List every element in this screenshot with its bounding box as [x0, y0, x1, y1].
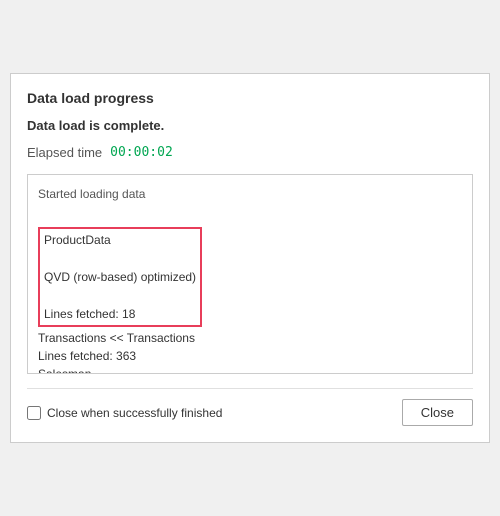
elapsed-row: Elapsed time 00:00:02 — [27, 145, 473, 160]
elapsed-value: 00:00:02 — [110, 145, 173, 160]
log-line-1: Lines fetched: 363 — [38, 347, 462, 365]
close-checkbox[interactable] — [27, 406, 41, 420]
log-line-2: Salesman — [38, 365, 462, 374]
log-line-0: Transactions << Transactions — [38, 329, 462, 347]
log-box[interactable]: Started loading data ProductData QVD (ro… — [27, 174, 473, 374]
elapsed-label: Elapsed time — [27, 145, 102, 160]
dialog-footer: Close when successfully finished Close — [27, 388, 473, 426]
data-load-dialog: Data load progress Data load is complete… — [10, 73, 490, 443]
log-highlighted: ProductData QVD (row-based) optimized) L… — [38, 227, 202, 327]
log-highlight-line-3: Lines fetched: 18 — [44, 305, 196, 323]
close-checkbox-text: Close when successfully finished — [47, 406, 222, 420]
dialog-title: Data load progress — [27, 90, 473, 106]
close-checkbox-label[interactable]: Close when successfully finished — [27, 406, 222, 420]
log-highlight-line-2: QVD (row-based) optimized) — [44, 268, 196, 286]
close-button[interactable]: Close — [402, 399, 473, 426]
status-complete: Data load is complete. — [27, 118, 473, 133]
log-highlight-line-1: ProductData — [44, 231, 196, 249]
log-started: Started loading data — [38, 185, 462, 203]
